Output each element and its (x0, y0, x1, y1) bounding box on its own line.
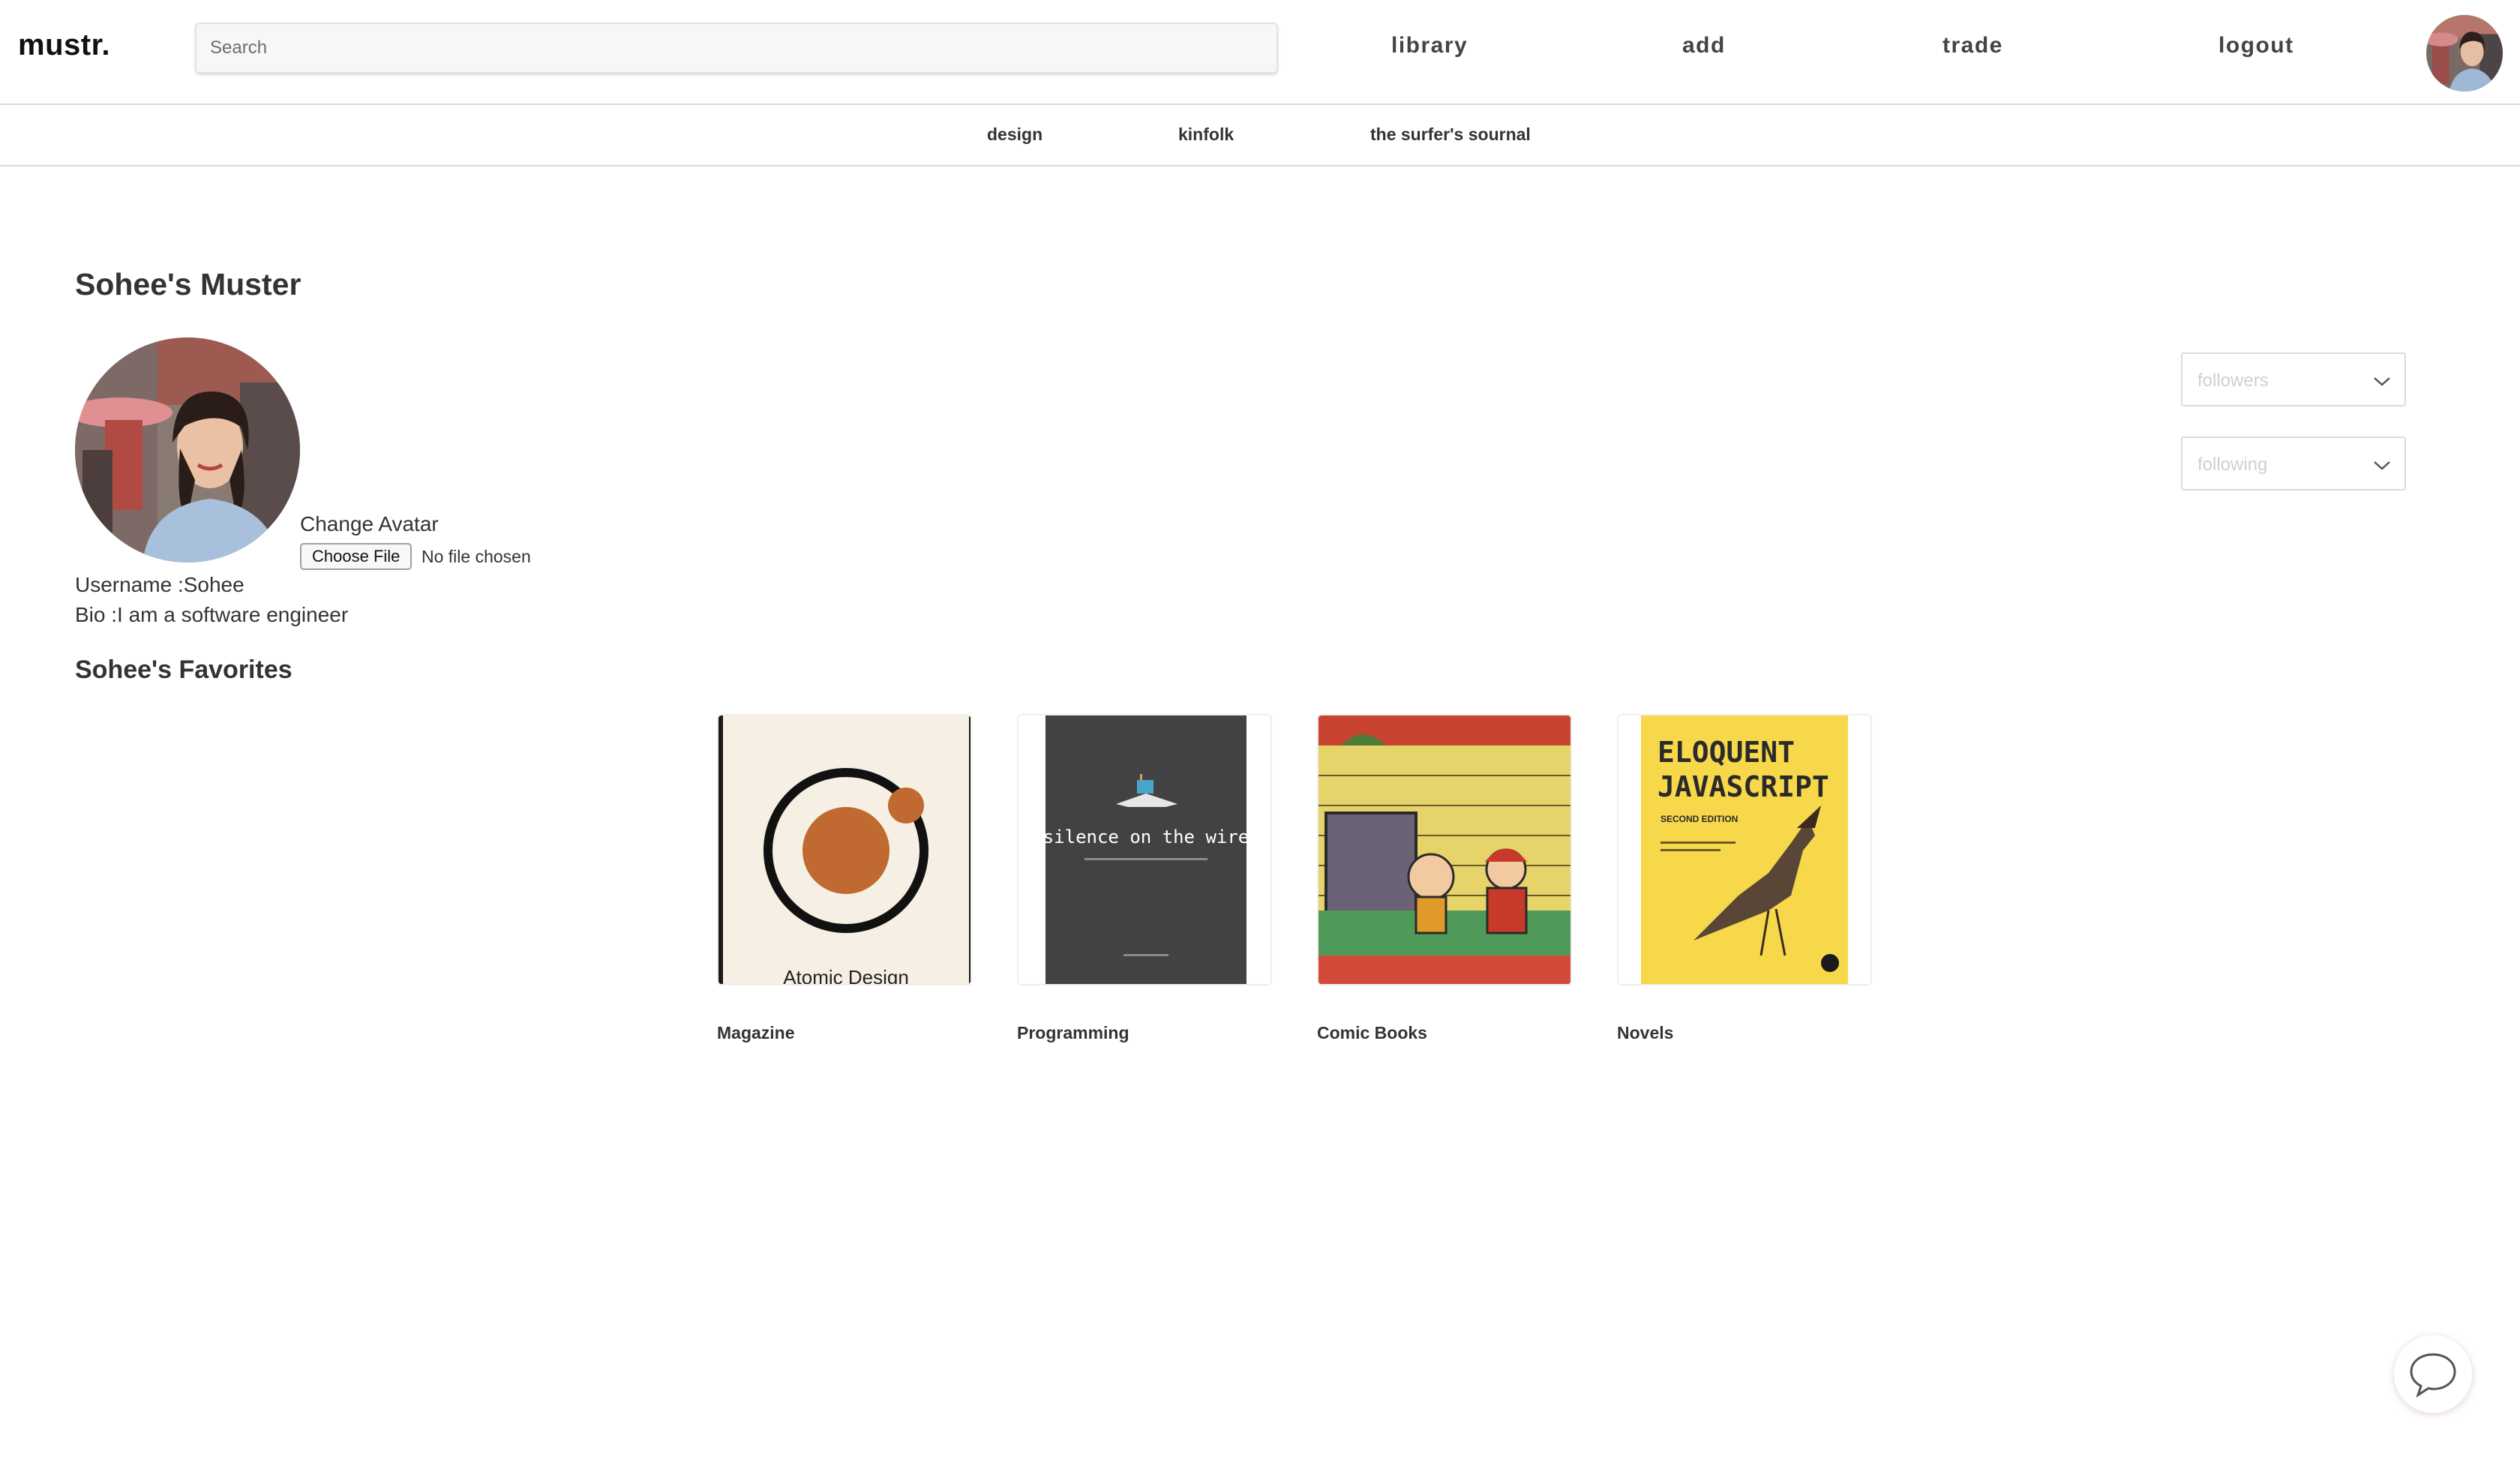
bio-text: Bio :I am a software engineer (75, 603, 349, 626)
eloquent-cover-title-1: ELOQUENT (1658, 736, 1795, 769)
nav-logout-link[interactable]: logout (2218, 33, 2294, 58)
top-header: mustr. library add trade logout (0, 0, 2520, 105)
chevron-down-icon (2374, 377, 2390, 386)
logo[interactable]: mustr. (18, 28, 110, 62)
following-dropdown-label: following (2198, 454, 2268, 475)
favorite-label-novels: Novels (1617, 1023, 1674, 1042)
favorite-card-magazine[interactable]: Atomic Design Magazine (717, 714, 972, 1042)
subnav-item-kinfolk[interactable]: kinfolk (1178, 124, 1234, 145)
favorite-card-novels[interactable]: ELOQUENT JAVASCRIPT SECOND EDITION Novel… (1617, 714, 1872, 1042)
favorites-heading: Sohee's Favorites (75, 656, 292, 684)
username-text: Username :Sohee (75, 573, 244, 596)
favorite-label-magazine: Magazine (717, 1023, 795, 1042)
cover-comic-book[interactable] (1317, 714, 1572, 986)
search-input[interactable] (195, 22, 1278, 74)
subnav-item-design[interactable]: design (987, 124, 1042, 145)
followers-dropdown-label: followers (2198, 370, 2269, 391)
cover-silence-on-the-wire[interactable]: silence on the wire (1017, 714, 1272, 986)
atomic-design-cover-text: Atomic Design (783, 966, 909, 986)
followers-dropdown[interactable]: followers (2181, 352, 2406, 406)
speech-bubble-icon (2410, 1353, 2456, 1398)
change-avatar-label: Change Avatar (300, 512, 439, 536)
nav-add-link[interactable]: add (1682, 33, 1726, 58)
silence-cover-title: silence on the wire (1043, 826, 1250, 848)
following-dropdown[interactable]: following (2181, 436, 2406, 490)
nav-trade-link[interactable]: trade (1942, 33, 2003, 58)
cover-atomic-design[interactable]: Atomic Design (717, 714, 972, 986)
cover-eloquent-javascript[interactable]: ELOQUENT JAVASCRIPT SECOND EDITION (1617, 714, 1872, 986)
file-status-text: No file chosen (422, 547, 531, 566)
favorite-card-comic-books[interactable]: Comic Books (1317, 714, 1572, 1042)
page-title: Sohee's Muster (75, 267, 302, 302)
chat-button[interactable] (2394, 1335, 2472, 1413)
nav-library-link[interactable]: library (1391, 33, 1468, 58)
header-avatar[interactable] (2426, 15, 2503, 92)
chevron-down-icon (2374, 461, 2390, 470)
favorite-label-programming: Programming (1017, 1023, 1130, 1042)
subnav-item-surfers-journal[interactable]: the surfer's sournal (1370, 124, 1531, 145)
favorite-card-programming[interactable]: silence on the wire Programming (1017, 714, 1272, 1042)
sub-navigation: design kinfolk the surfer's sournal (0, 105, 2520, 166)
choose-file-button[interactable]: Choose File (300, 543, 412, 570)
eloquent-cover-edition: SECOND EDITION (1660, 814, 1738, 824)
profile-avatar (75, 338, 300, 562)
favorite-label-comic-books: Comic Books (1317, 1023, 1427, 1042)
eloquent-cover-title-2: JAVASCRIPT (1658, 770, 1829, 803)
